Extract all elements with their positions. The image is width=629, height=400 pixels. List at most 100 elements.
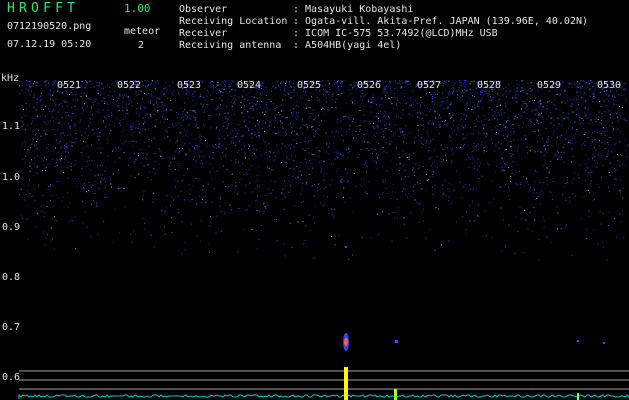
noise-pixel [140, 162, 142, 164]
noise-pixel [588, 89, 590, 91]
noise-pixel [376, 104, 377, 106]
noise-pixel [186, 111, 188, 113]
noise-pixel [316, 147, 318, 149]
noise-pixel [44, 205, 45, 207]
noise-pixel [504, 162, 506, 164]
noise-pixel [617, 121, 619, 123]
noise-pixel [510, 145, 512, 147]
noise-pixel [103, 120, 104, 122]
noise-pixel [177, 148, 179, 149]
noise-pixel [311, 96, 313, 98]
noise-pixel [302, 118, 303, 120]
noise-pixel [390, 87, 392, 89]
noise-pixel [411, 114, 413, 116]
noise-pixel [426, 140, 427, 142]
noise-pixel [168, 127, 170, 128]
noise-pixel [331, 106, 333, 108]
noise-pixel [192, 185, 194, 187]
signal-peak [577, 393, 579, 400]
noise-pixel [416, 202, 418, 204]
noise-pixel [584, 112, 586, 114]
noise-pixel [300, 193, 302, 195]
noise-pixel [332, 94, 333, 96]
noise-pixel [509, 153, 511, 154]
noise-pixel [238, 97, 240, 98]
noise-pixel [151, 91, 153, 92]
noise-pixel [202, 189, 204, 190]
noise-pixel [51, 99, 53, 100]
noise-pixel [318, 150, 320, 152]
noise-pixel [245, 157, 246, 159]
noise-pixel [342, 139, 344, 141]
noise-pixel [68, 115, 69, 116]
noise-pixel [341, 134, 343, 136]
noise-pixel [472, 133, 474, 134]
noise-pixel [154, 138, 156, 140]
noise-pixel [382, 211, 383, 213]
noise-pixel [466, 134, 468, 136]
noise-pixel [524, 210, 526, 211]
noise-pixel [36, 155, 38, 157]
noise-pixel [103, 97, 105, 99]
noise-pixel [540, 112, 542, 114]
noise-pixel [448, 80, 450, 82]
noise-pixel [285, 161, 287, 163]
noise-pixel [306, 184, 308, 186]
noise-pixel [294, 87, 296, 89]
noise-pixel [600, 223, 602, 225]
noise-pixel [69, 125, 71, 127]
noise-pixel [322, 195, 324, 197]
noise-pixel [421, 137, 423, 139]
noise-pixel [101, 83, 103, 85]
noise-pixel [328, 213, 330, 215]
noise-pixel [556, 136, 558, 138]
noise-pixel [318, 183, 320, 185]
noise-pixel [570, 105, 571, 107]
noise-pixel [574, 120, 576, 122]
noise-pixel [90, 99, 92, 101]
noise-pixel [606, 259, 608, 261]
noise-pixel [44, 244, 46, 246]
noise-pixel [98, 187, 100, 189]
noise-pixel [505, 86, 507, 88]
noise-pixel [314, 118, 316, 120]
noise-pixel [383, 136, 385, 138]
noise-pixel [379, 149, 381, 151]
noise-pixel [159, 154, 161, 156]
noise-pixel [388, 123, 390, 125]
noise-pixel [44, 212, 46, 214]
noise-pixel [112, 95, 114, 97]
noise-pixel [432, 162, 433, 164]
noise-pixel [282, 188, 284, 190]
noise-pixel [435, 97, 437, 98]
noise-pixel [282, 82, 284, 84]
noise-pixel [415, 163, 417, 165]
noise-pixel [128, 99, 130, 101]
noise-pixel [613, 178, 615, 180]
noise-pixel [474, 103, 476, 105]
noise-pixel [101, 177, 103, 179]
noise-pixel [125, 113, 127, 114]
noise-pixel [251, 129, 253, 131]
noise-pixel [480, 94, 482, 96]
hrofft-window: HROFFT 1.00 0712190520.png 07.12.19 05:2… [0, 0, 629, 400]
noise-pixel [256, 108, 258, 110]
noise-pixel [355, 185, 357, 187]
noise-pixel [453, 120, 455, 122]
noise-pixel [249, 182, 251, 184]
noise-pixel [462, 145, 464, 147]
noise-pixel [290, 85, 292, 87]
noise-pixel [130, 100, 132, 102]
noise-pixel [523, 208, 525, 210]
noise-pixel [617, 128, 619, 130]
noise-pixel [239, 181, 241, 183]
noise-pixel [447, 93, 449, 95]
noise-pixel [606, 139, 608, 141]
noise-pixel [203, 104, 205, 106]
noise-pixel [363, 114, 365, 116]
noise-pixel [108, 109, 110, 111]
noise-pixel [476, 188, 477, 190]
noise-pixel [592, 153, 594, 155]
noise-pixel [546, 167, 548, 169]
noise-pixel [421, 117, 423, 119]
